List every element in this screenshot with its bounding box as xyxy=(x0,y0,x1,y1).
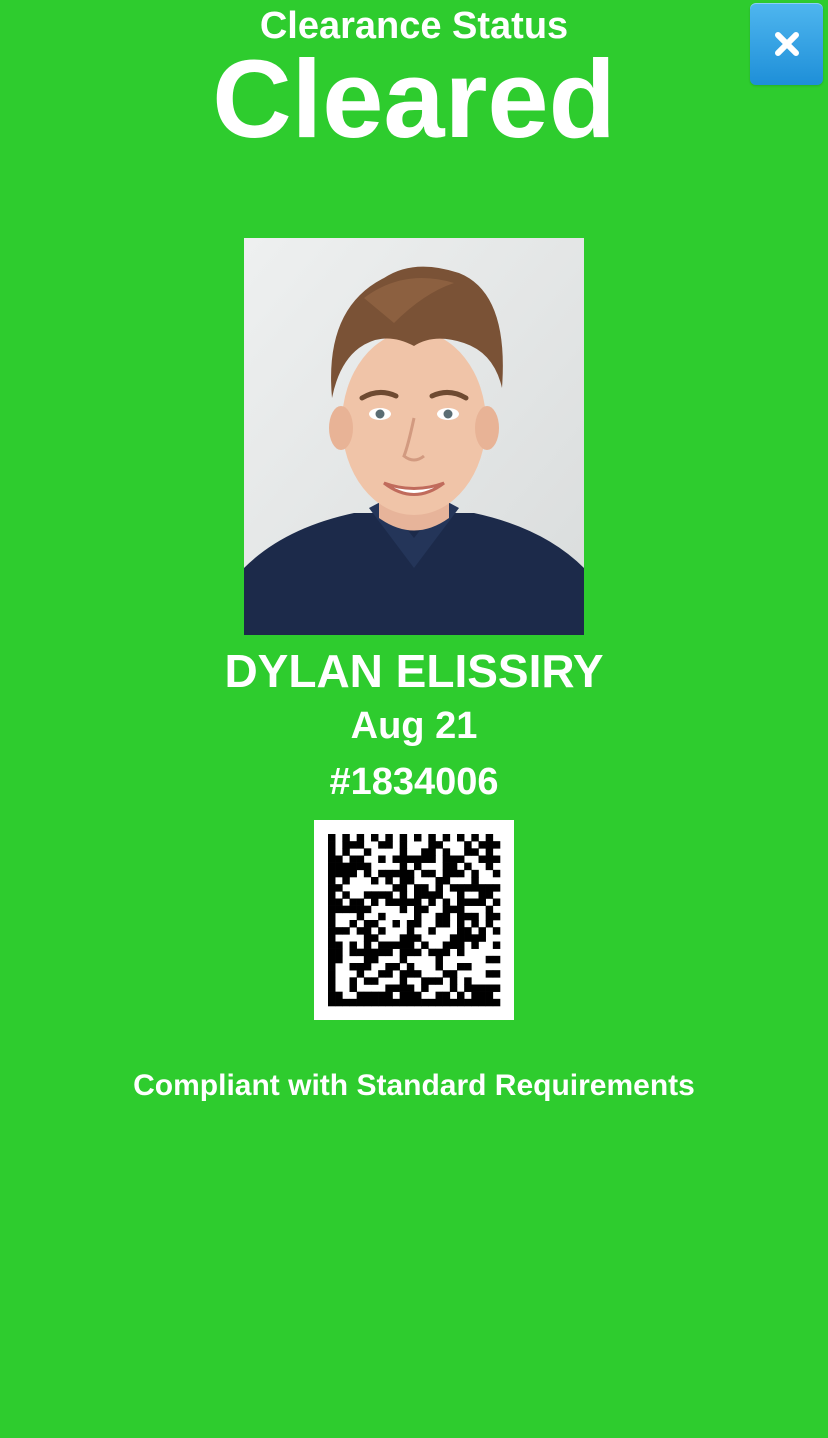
compliance-text: Compliant with Standard Requirements xyxy=(133,1069,695,1102)
clearance-status-value: Cleared xyxy=(212,38,616,161)
close-button[interactable] xyxy=(750,3,823,85)
clearance-screen: Clearance Status Cleared DYLAN ELISSIRY … xyxy=(0,0,828,1438)
clearance-date: Aug 21 xyxy=(350,705,478,747)
data-matrix-code-icon xyxy=(314,820,514,1020)
close-icon xyxy=(772,29,802,59)
profile-photo xyxy=(244,238,584,635)
person-name: DYLAN ELISSIRY xyxy=(224,645,604,697)
id-number: #1834006 xyxy=(329,761,499,803)
